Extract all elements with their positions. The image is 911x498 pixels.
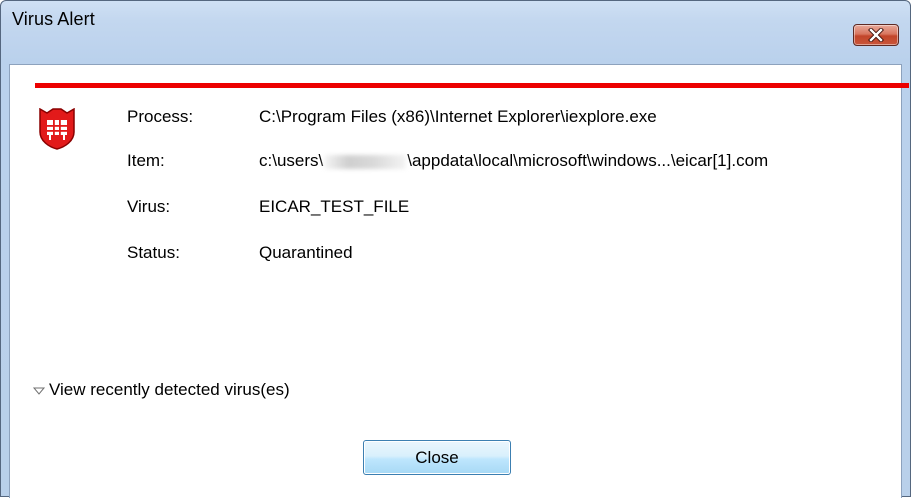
- item-value-suffix: \appdata\local\microsoft\windows...\eica…: [407, 151, 769, 170]
- title-bar[interactable]: Virus Alert: [1, 1, 910, 37]
- expand-arrow-icon[interactable]: [32, 383, 46, 397]
- process-label: Process:: [127, 107, 194, 126]
- close-icon: [868, 28, 884, 42]
- close-button[interactable]: Close: [363, 440, 511, 475]
- red-shield-icon: [39, 108, 75, 150]
- status-label: Status:: [127, 243, 180, 262]
- process-value: C:\Program Files (x86)\Internet Explorer…: [259, 107, 657, 126]
- alert-divider: [35, 83, 909, 88]
- virus-value: EICAR_TEST_FILE: [259, 197, 410, 216]
- window-close-button[interactable]: [853, 24, 899, 46]
- window-title: Virus Alert: [12, 9, 95, 29]
- view-recent-viruses-expander[interactable]: View recently detected virus(es): [32, 378, 290, 402]
- status-value: Quarantined: [259, 243, 353, 262]
- redacted-username: [324, 154, 407, 169]
- item-value-prefix: c:\users\: [259, 151, 324, 170]
- dialog-content: Process: C:\Program Files (x86)\Internet…: [9, 64, 909, 498]
- item-label: Item:: [127, 151, 165, 170]
- expander-label: View recently detected virus(es): [49, 380, 290, 399]
- item-value: c:\users\ \appdata\local\microsoft\window…: [259, 151, 768, 171]
- virus-label: Virus:: [127, 197, 171, 216]
- virus-alert-window: Virus Alert Process: C:\Program Files (x…: [0, 0, 911, 498]
